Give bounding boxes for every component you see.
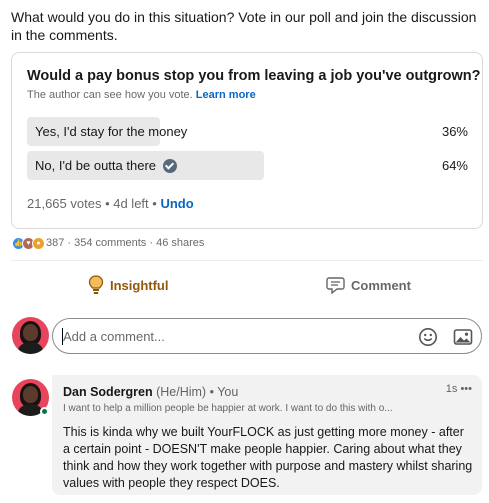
social-counts: 👍 ♥ ● 387 · 354 comments · 46 shares [12,235,204,251]
commenter-pronouns: (He/Him) [156,385,207,399]
comment-timestamp: 1s [445,383,458,395]
comment-bubble: Dan Sodergren (He/Him) • You 1s ••• I wa… [52,375,482,495]
poll-time-left: 4d left [113,196,149,211]
undo-vote-link[interactable]: Undo [160,196,193,211]
poll-footer: 21,665 votes • 4d left • Undo [27,196,194,211]
online-status-dot [40,407,49,416]
reaction-count[interactable]: 387 [46,237,64,249]
selected-check-icon [163,158,178,173]
comment-action-button[interactable]: Comment [326,272,411,298]
comment-input[interactable]: Add a comment... [52,318,482,354]
learn-more-link[interactable]: Learn more [196,89,256,101]
post-intro-text: What would you do in this situation? Vot… [11,9,477,43]
poll-option-percent: 36% [441,124,468,139]
poll-option-percent: 64% [441,158,468,173]
connection-degree: You [217,385,239,399]
poll-option-yes[interactable]: Yes, I'd stay for the money 36% [27,117,468,146]
poll-question: Would a pay bonus stop you from leaving … [27,68,481,84]
poll-option-no[interactable]: No, I'd be outta there 64% [27,151,468,180]
insightful-icon: ● [32,236,45,250]
more-options-icon[interactable]: ••• [460,383,472,395]
poll-privacy-note: The author can see how you vote. Learn m… [27,89,256,101]
comment-placeholder: Add a comment... [63,329,165,344]
comment-text: This is kinda why we built YourFLOCK as … [63,425,473,490]
commenter-line: Dan Sodergren (He/Him) • You [63,385,239,399]
comments-count[interactable]: 354 comments [74,237,146,249]
poll-vote-count: 21,665 votes [27,196,102,211]
emoji-icon[interactable] [418,327,438,347]
current-user-avatar[interactable] [12,317,49,354]
comment-icon [326,277,345,294]
poll-note-text: The author can see how you vote. [27,89,193,101]
insightful-label: Insightful [110,277,169,293]
reaction-icons[interactable]: 👍 ♥ ● [12,236,45,250]
lightbulb-icon [88,275,104,294]
commenter-headline: I want to help a million people be happi… [63,403,393,414]
commenter-name[interactable]: Dan Sodergren [63,385,153,399]
comment-action-label: Comment [351,277,411,293]
image-icon[interactable] [453,327,473,347]
poll-option-label: Yes, I'd stay for the money [35,124,188,139]
poll-option-label: No, I'd be outta there [35,158,157,173]
poll-card: Would a pay bonus stop you from leaving … [11,52,483,229]
insightful-reaction-button[interactable]: Insightful [88,272,169,298]
shares-count[interactable]: 46 shares [156,237,204,249]
divider [11,260,483,261]
comment-meta: 1s ••• [446,383,472,395]
